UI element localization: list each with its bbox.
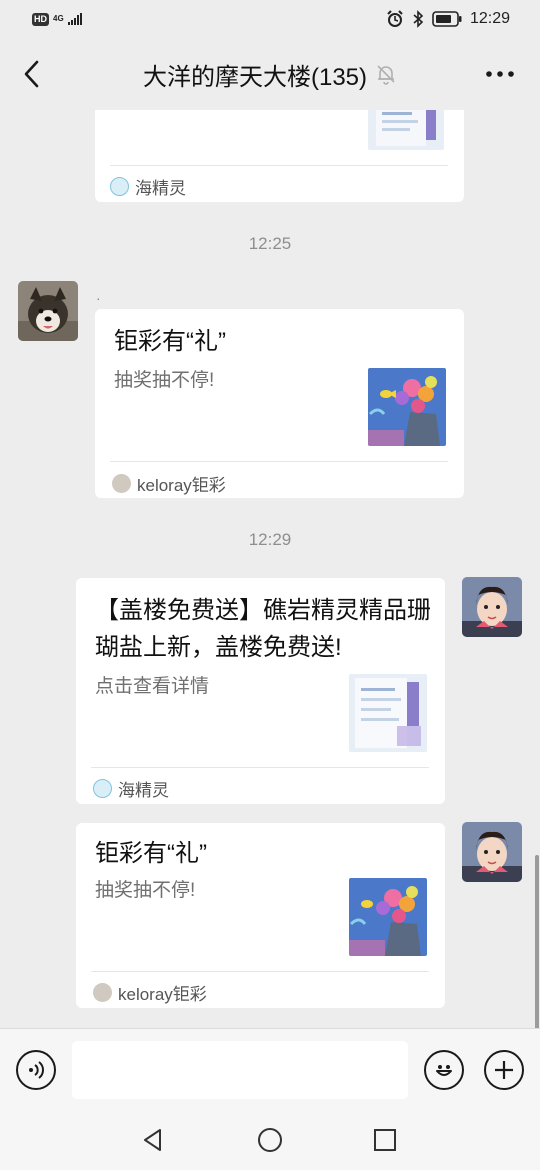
bluetooth-icon xyxy=(413,10,424,28)
card-title: 钜彩有“礼” xyxy=(114,328,226,355)
haijingling-logo-icon xyxy=(93,779,112,798)
card-source: keloray钜彩 xyxy=(93,980,207,1005)
avatar[interactable] xyxy=(462,577,522,637)
card-divider xyxy=(110,461,448,462)
card-source: 海精灵 xyxy=(110,174,186,199)
card-thumbnail xyxy=(368,368,446,446)
chat-header: 大洋的摩天大楼(135) xyxy=(0,38,540,110)
card-divider xyxy=(110,165,448,166)
more-dots-icon xyxy=(486,71,514,77)
card-thumbnail xyxy=(368,110,444,150)
card-thumbnail xyxy=(349,878,427,956)
alarm-icon xyxy=(387,10,403,27)
time-divider: 12:25 xyxy=(248,234,292,253)
card-description: 点击查看详情 xyxy=(95,676,210,697)
card-divider xyxy=(91,767,429,768)
source-label: keloray钜彩 xyxy=(118,985,207,1004)
keloray-logo-icon xyxy=(93,983,112,1002)
avatar[interactable] xyxy=(18,281,78,341)
status-time: 12:29 xyxy=(469,10,510,27)
card-thumbnail xyxy=(349,674,427,752)
status-right: 12:29 xyxy=(386,10,510,28)
voice-button[interactable] xyxy=(16,1050,56,1090)
status-left: HD 4G xyxy=(32,12,82,26)
haijingling-logo-icon xyxy=(110,177,129,196)
card-title: 钜彩有“礼” xyxy=(95,840,207,867)
nav-back-icon[interactable] xyxy=(140,1126,168,1154)
status-bar: HD 4G 12:29 xyxy=(0,0,540,38)
avatar[interactable] xyxy=(462,822,522,882)
signal-icon xyxy=(67,13,82,25)
plus-button[interactable] xyxy=(484,1050,524,1090)
mini-program-card[interactable]: 钜彩有“礼” 抽奖抽不停! keloray钜彩 xyxy=(95,309,464,498)
page-title: 大洋的摩天大楼(135) xyxy=(142,63,368,91)
chat-area[interactable]: 海精灵 12:25 · 钜彩有“礼” 抽奖抽不停! keloray钜彩 12:2… xyxy=(0,110,540,1028)
keloray-logo-icon xyxy=(112,474,131,493)
nav-recent-icon[interactable] xyxy=(371,1126,399,1154)
back-button[interactable] xyxy=(14,56,48,92)
source-label: 海精灵 xyxy=(135,179,186,198)
input-bar xyxy=(0,1028,540,1110)
card-description: 抽奖抽不停! xyxy=(95,880,196,901)
time-divider: 12:29 xyxy=(248,530,292,549)
mini-program-card[interactable]: 【盖楼免费送】礁岩精灵精品珊瑚盐上新，盖楼免费送! 点击查看详情 海精灵 xyxy=(76,578,445,804)
source-label: keloray钜彩 xyxy=(137,476,226,495)
voice-icon xyxy=(29,1061,44,1079)
emoji-icon xyxy=(436,1065,452,1076)
bell-off-icon xyxy=(377,65,395,85)
scrollbar[interactable] xyxy=(535,855,539,1030)
emoji-button[interactable] xyxy=(424,1050,464,1090)
message-input[interactable] xyxy=(72,1041,408,1099)
mini-program-card[interactable]: 海精灵 xyxy=(95,110,464,202)
source-label: 海精灵 xyxy=(118,781,169,800)
card-source: 海精灵 xyxy=(93,776,169,801)
card-description: 抽奖抽不停! xyxy=(114,370,215,391)
nav-home-icon[interactable] xyxy=(256,1126,284,1154)
sender-name: · xyxy=(96,290,101,306)
mini-program-card[interactable]: 钜彩有“礼” 抽奖抽不停! keloray钜彩 xyxy=(76,823,445,1008)
card-title: 【盖楼免费送】礁岩精灵精品珊瑚盐上新，盖楼免费送! xyxy=(95,597,431,661)
chevron-left-icon xyxy=(24,60,39,88)
plus-icon xyxy=(495,1061,513,1079)
title-wrap: 大洋的摩天大楼(135) xyxy=(143,57,397,92)
system-nav-bar xyxy=(0,1110,540,1170)
card-source: keloray钜彩 xyxy=(112,471,226,496)
card-divider xyxy=(91,971,429,972)
hd-badge: HD xyxy=(32,12,49,26)
more-button[interactable] xyxy=(480,60,520,88)
network-type: 4G xyxy=(53,14,64,23)
battery-icon xyxy=(432,11,462,27)
